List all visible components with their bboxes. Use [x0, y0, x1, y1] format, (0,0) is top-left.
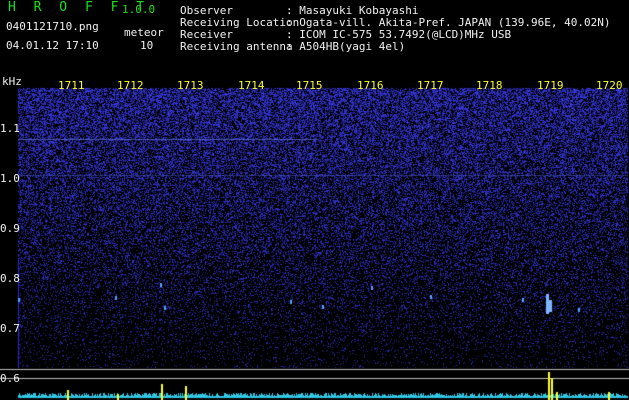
frequency-tick: 0.7	[0, 322, 20, 335]
time-tick: 1713	[177, 79, 204, 92]
meteor-count-value: 10	[140, 39, 154, 52]
time-tick: 1719	[537, 79, 564, 92]
time-tick: 1715	[296, 79, 323, 92]
frequency-unit-label: kHz	[2, 75, 22, 88]
time-tick: 1714	[238, 79, 265, 92]
time-tick: 1717	[417, 79, 444, 92]
frequency-tick: 1.0	[0, 172, 20, 185]
frequency-tick: 0.6	[0, 372, 20, 385]
datetime-label: 04.01.12 17:10	[6, 39, 99, 52]
filename-label: 0401121710.png	[6, 20, 99, 33]
time-tick: 1711	[58, 79, 85, 92]
antenna-label: Receiving antenna	[180, 40, 293, 53]
frequency-tick: 1.1	[0, 122, 20, 135]
time-tick: 1712	[117, 79, 144, 92]
app-version: 1.0.0	[122, 3, 156, 16]
time-tick: 1720	[596, 79, 623, 92]
time-tick: 1718	[476, 79, 503, 92]
time-tick: 1716	[357, 79, 384, 92]
meteor-count-label: meteor	[124, 26, 164, 39]
spectrogram-canvas	[0, 0, 629, 400]
frequency-tick: 0.8	[0, 272, 20, 285]
frequency-tick: 0.9	[0, 222, 20, 235]
antenna-value: : A504HB(yagi 4el)	[286, 40, 406, 53]
